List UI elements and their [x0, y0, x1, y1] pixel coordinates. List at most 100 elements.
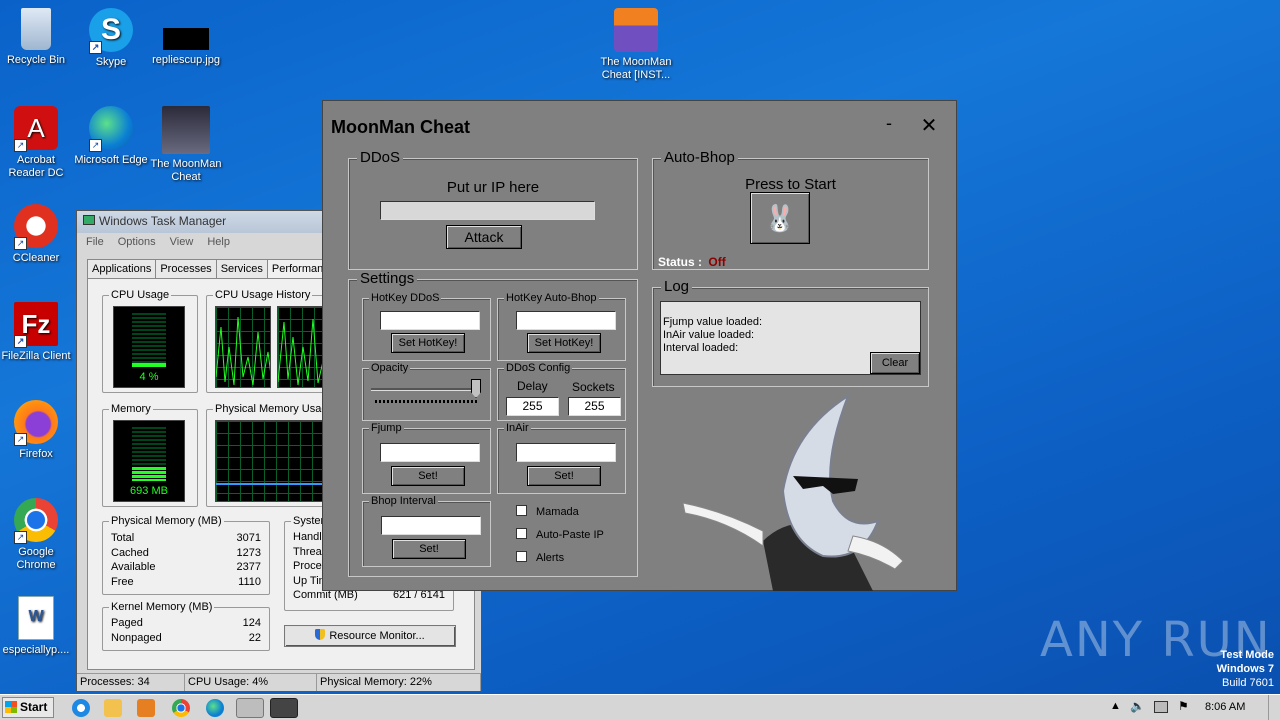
opacity-slider-track[interactable]: [371, 388, 479, 391]
task-manager-taskbar-icon[interactable]: [236, 698, 264, 718]
menu-file[interactable]: File: [86, 236, 104, 248]
hotkey-autobhop-input[interactable]: [516, 311, 616, 330]
clock[interactable]: 8:06 AM: [1205, 701, 1245, 713]
word-doc-icon: W: [18, 596, 54, 640]
minimize-button[interactable]: -: [879, 113, 899, 134]
log-label: Log: [661, 278, 693, 295]
hotkey-autobhop-label: HotKey Auto-Bhop: [504, 292, 599, 304]
desktop-icon-label: Google Chrome: [16, 546, 56, 571]
cpu-usage-value: 4 %: [139, 371, 159, 383]
acrobat-icon: A ↗: [14, 106, 58, 152]
hotkey-ddos-group: HotKey DDoS Set HotKey!: [362, 292, 491, 361]
ddos-config-label: DDoS Config: [504, 362, 573, 374]
tab-processes[interactable]: Processes: [155, 259, 217, 278]
desktop-icon-label: FileZilla Client: [1, 350, 71, 362]
menu-help[interactable]: Help: [207, 236, 230, 248]
delay-input[interactable]: 255: [506, 397, 559, 416]
task-manager-tabs: Applications Processes Services Performan: [87, 259, 329, 278]
ccleaner-icon: ↗: [14, 204, 58, 250]
explorer-taskbar-icon[interactable]: [104, 699, 122, 717]
desktop-icon-chrome[interactable]: ↗ Google Chrome: [0, 498, 74, 572]
desktop-icon-acrobat[interactable]: A ↗ Acrobat Reader DC: [0, 106, 74, 180]
hotkey-autobhop-group: HotKey Auto-Bhop Set HotKey!: [497, 292, 626, 361]
fjump-input[interactable]: [380, 443, 480, 462]
inair-input[interactable]: [516, 443, 616, 462]
tab-applications[interactable]: Applications: [87, 259, 157, 278]
skype-icon: S ↗: [89, 8, 133, 54]
chrome-taskbar-icon[interactable]: [172, 699, 190, 717]
desktop-icon-edge[interactable]: ↗ Microsoft Edge: [73, 106, 149, 167]
opacity-slider-thumb[interactable]: [471, 379, 481, 398]
set-hotkey-autobhop-button[interactable]: Set HotKey!: [527, 333, 601, 353]
checkbox-box[interactable]: [516, 551, 527, 562]
desktop-icon-firefox[interactable]: ↗ Firefox: [0, 400, 74, 461]
volume-icon[interactable]: 🔈: [1130, 699, 1145, 713]
desktop-icon-label: especiallyp....: [2, 644, 70, 656]
desktop-icon-skype[interactable]: S ↗ Skype: [73, 8, 149, 69]
mamada-checkbox[interactable]: Mamada: [516, 505, 579, 518]
bhop-interval-group: Bhop Interval Set!: [362, 495, 491, 567]
physical-memory-row: Cached 1273: [111, 546, 261, 559]
moonman-cheat-window[interactable]: MoonMan Cheat - ✕ DDoS Put ur IP here At…: [322, 100, 957, 591]
status-physical-memory: Physical Memory: 22%: [317, 674, 481, 691]
desktop-icon-recycle-bin[interactable]: Recycle Bin: [0, 8, 74, 67]
ip-input[interactable]: [380, 201, 595, 220]
cpu-history-label: CPU Usage History: [213, 289, 313, 301]
checkbox-box[interactable]: [516, 528, 527, 539]
resource-monitor-button[interactable]: Resource Monitor...: [284, 625, 456, 647]
hotkey-ddos-input[interactable]: [380, 311, 480, 330]
ie-taskbar-icon[interactable]: [72, 699, 90, 717]
desktop-icon-filezilla[interactable]: Fz ↗ FileZilla Client: [0, 302, 74, 363]
tray-up-arrow-icon[interactable]: ▲: [1110, 700, 1121, 712]
desktop-icon-repliescup[interactable]: repliescup.jpg: [148, 8, 224, 67]
memory-group: Memory 693 MB: [102, 403, 198, 507]
firefox-icon: ↗: [14, 400, 58, 446]
cpu-usage-label: CPU Usage: [109, 289, 172, 301]
moonman-taskbar-icon[interactable]: [270, 698, 298, 718]
bhop-interval-input[interactable]: [381, 516, 481, 535]
tab-performance[interactable]: Performan: [266, 259, 329, 278]
set-hotkey-ddos-button[interactable]: Set HotKey!: [391, 333, 465, 353]
inair-group: InAir Set!: [497, 422, 626, 494]
fjump-set-button[interactable]: Set!: [391, 466, 465, 486]
close-button[interactable]: ✕: [917, 113, 941, 138]
show-desktop-button[interactable]: [1268, 695, 1280, 720]
moonman-mascot-image: [682, 393, 904, 591]
start-button[interactable]: Start: [2, 697, 54, 718]
desktop-icon-ccleaner[interactable]: ↗ CCleaner: [0, 204, 74, 265]
log-clear-button[interactable]: Clear: [870, 352, 920, 374]
inair-set-button[interactable]: Set!: [527, 466, 601, 486]
auto-paste-ip-checkbox[interactable]: Auto-Paste IP: [516, 528, 604, 541]
physical-memory-row: Available 2377: [111, 561, 261, 573]
log-line: Fjump value loaded:: [663, 316, 763, 328]
shield-icon: [315, 629, 326, 640]
taskbar: Start ▲ 🔈 ⚑ 8:06 AM: [0, 694, 1280, 720]
installer-icon: [614, 8, 658, 52]
menu-view[interactable]: View: [170, 236, 194, 248]
chrome-icon: ↗: [14, 498, 58, 544]
menu-options[interactable]: Options: [118, 236, 156, 248]
sockets-input[interactable]: 255: [568, 397, 621, 416]
image-file-icon: [163, 28, 209, 50]
media-player-taskbar-icon[interactable]: [137, 699, 155, 717]
bunny-icon: 🐰: [763, 203, 797, 233]
checkbox-box[interactable]: [516, 505, 527, 516]
action-center-flag-icon[interactable]: ⚑: [1178, 699, 1189, 713]
network-icon[interactable]: [1154, 701, 1168, 713]
autobhop-label: Auto-Bhop: [661, 149, 738, 166]
fjump-group: Fjump Set!: [362, 422, 491, 494]
desktop-icon-moonman-app[interactable]: The MoonMan Cheat: [148, 106, 224, 184]
attack-button[interactable]: Attack: [446, 225, 522, 249]
bhop-interval-set-button[interactable]: Set!: [392, 539, 466, 559]
desktop-icon-moonman-installer[interactable]: The MoonMan Cheat [INST...: [598, 8, 674, 82]
log-line: InAir value loaded:: [663, 329, 755, 341]
tab-services[interactable]: Services: [215, 259, 268, 278]
edge-taskbar-icon[interactable]: [206, 699, 224, 717]
alerts-checkbox[interactable]: Alerts: [516, 551, 564, 564]
desktop-icon-word-doc[interactable]: W especiallyp....: [0, 596, 74, 657]
cpu-usage-group: CPU Usage 4 %: [102, 289, 198, 393]
ddos-label: DDoS: [357, 149, 404, 166]
delay-label: Delay: [517, 379, 548, 393]
commit-row: Commit (MB) 621 / 6141: [293, 589, 445, 601]
autobhop-start-button[interactable]: 🐰: [750, 192, 810, 244]
